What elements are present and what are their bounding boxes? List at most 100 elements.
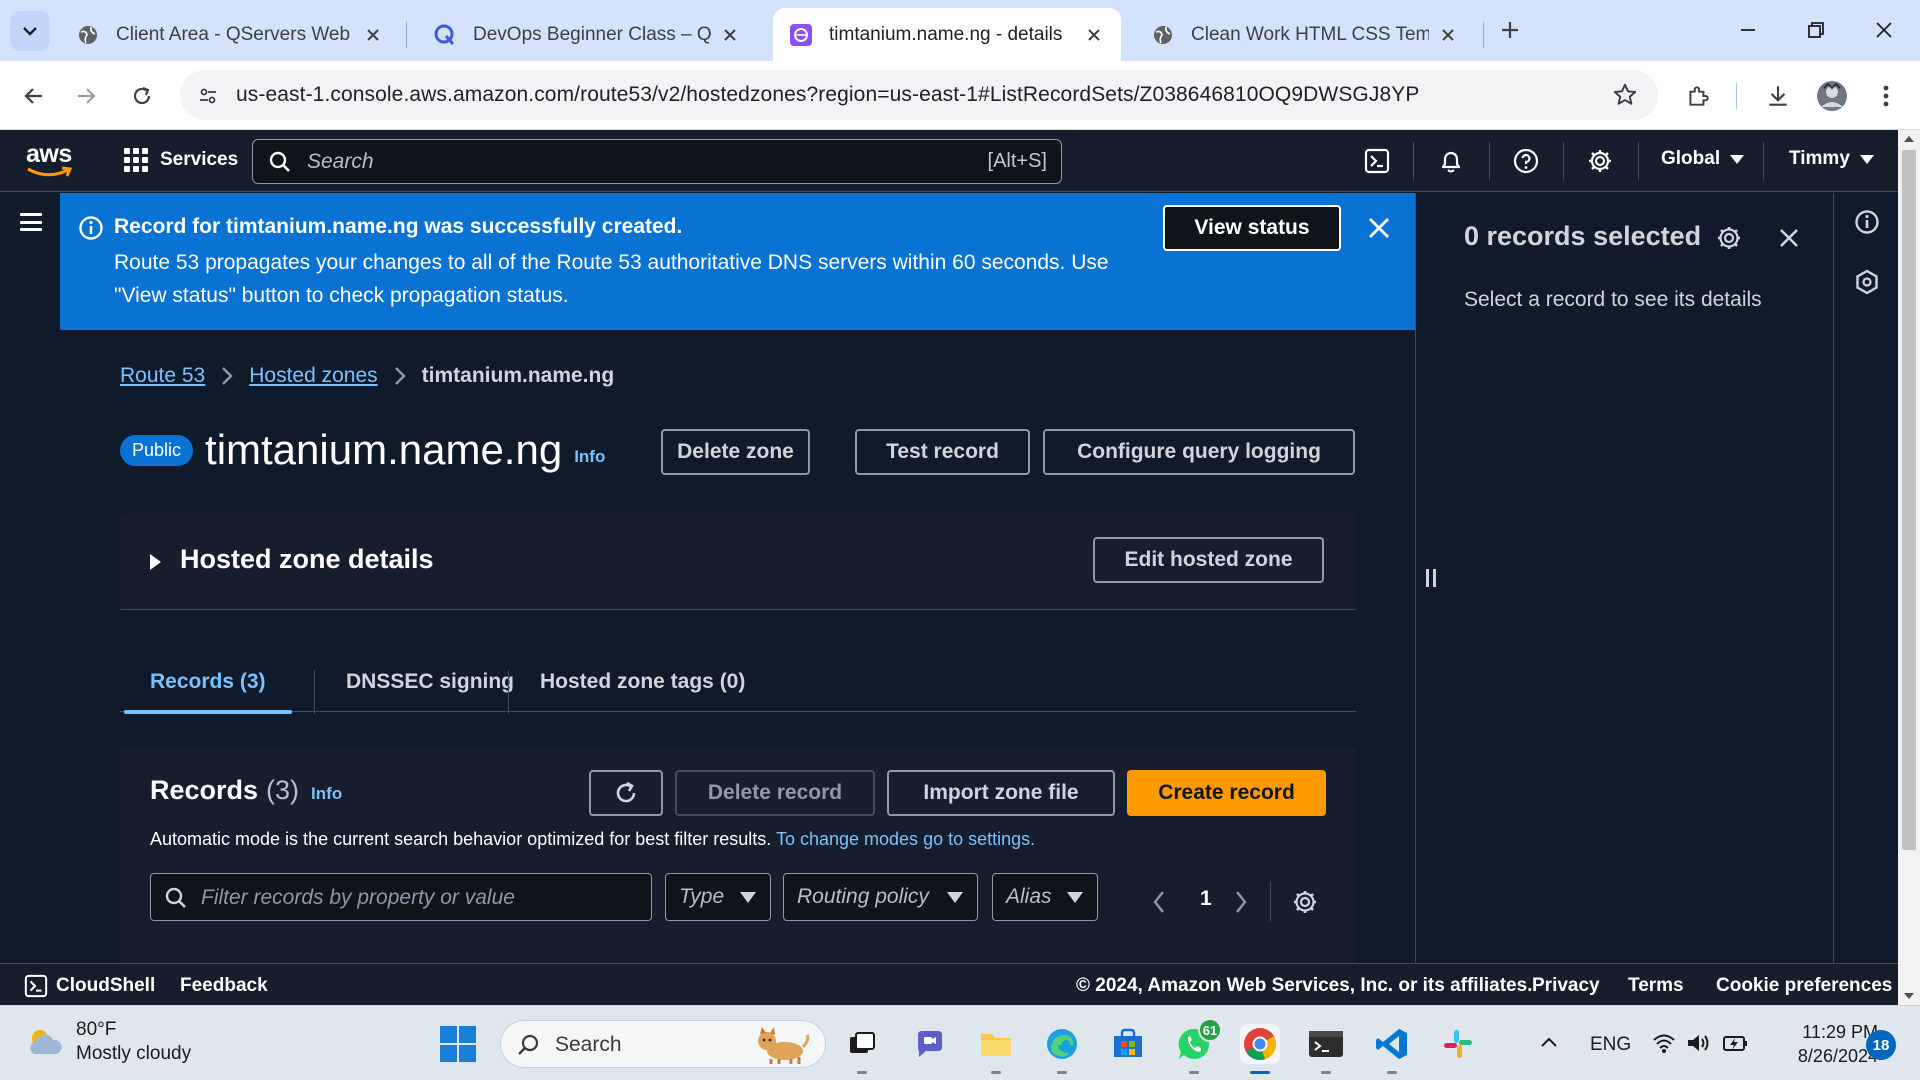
help-icon[interactable] [1511,146,1541,176]
back-button[interactable] [16,78,52,114]
language-indicator[interactable]: ENG [1590,1034,1631,1056]
settings-gear-icon[interactable] [1292,889,1318,915]
chevron-up-icon[interactable] [1540,1036,1558,1048]
forward-button[interactable] [68,78,104,114]
tab-dnssec-signing[interactable]: DNSSEC signing [346,652,514,712]
breadcrumb-route53[interactable]: Route 53 [120,364,205,388]
alias-filter-select[interactable]: Alias [992,873,1098,921]
scroll-up-icon[interactable] [1904,136,1914,142]
start-button[interactable] [440,1026,476,1062]
terminal-icon[interactable] [1306,1024,1346,1074]
hosted-zone-details-heading[interactable]: Hosted zone details [180,544,434,575]
chrome-icon[interactable] [1240,1024,1280,1074]
filter-records-input[interactable] [199,883,639,913]
view-status-button[interactable]: View status [1163,205,1341,251]
configure-query-logging-button[interactable]: Configure query logging [1043,429,1355,475]
menu-hamburger-icon[interactable] [20,213,42,231]
tab-hosted-zone-tags[interactable]: Hosted zone tags (0) [540,652,745,712]
routing-policy-select[interactable]: Routing policy [783,873,978,921]
test-record-button[interactable]: Test record [855,429,1030,475]
console-search[interactable]: [Alt+S] [252,139,1062,184]
reload-button[interactable] [124,78,160,114]
browser-tab[interactable]: DevOps Beginner Class – Quratı [417,8,757,61]
chevron-left-icon[interactable] [1152,890,1166,914]
file-explorer-icon[interactable] [976,1024,1016,1074]
terms-link[interactable]: Terms [1628,975,1684,997]
info-link[interactable]: Info [311,784,342,804]
edit-hosted-zone-button[interactable]: Edit hosted zone [1093,537,1324,583]
extensions-button[interactable] [1680,78,1716,114]
wifi-icon[interactable] [1652,1032,1676,1054]
close-tab-icon[interactable] [1083,24,1105,46]
public-badge: Public [120,434,194,466]
site-info-icon[interactable] [194,82,222,110]
slack-icon[interactable] [1438,1024,1478,1064]
delete-record-button[interactable]: Delete record [675,770,875,816]
region-selector[interactable]: Global [1661,148,1745,170]
expand-caret-icon[interactable] [150,554,161,570]
delete-zone-button[interactable]: Delete zone [661,429,810,475]
browser-menu-button[interactable] [1868,78,1904,114]
split-panel-toggle-icon[interactable] [1854,269,1880,295]
taskbar-search[interactable]: Search [500,1020,826,1068]
speaker-icon[interactable] [1686,1032,1712,1054]
bookmark-star-icon[interactable] [1612,82,1638,108]
search-shortcut-hint: [Alt+S] [987,150,1047,172]
close-window-button[interactable] [1868,14,1900,46]
notifications-bell-icon[interactable] [1436,146,1466,176]
weather-widget[interactable]: 80°F Mostly cloudy [26,1018,191,1066]
vscode-icon[interactable] [1372,1024,1412,1074]
services-menu[interactable]: Services [124,148,238,172]
close-icon[interactable] [1366,215,1392,241]
settings-gear-icon[interactable] [1585,146,1615,176]
cloudshell-button[interactable]: CloudShell [24,974,155,998]
feedback-link[interactable]: Feedback [180,975,268,997]
browser-tab[interactable]: Clean Work HTML CSS Template [1135,8,1475,61]
microsoft-store-icon[interactable] [1108,1024,1148,1064]
minimize-button[interactable] [1732,14,1764,46]
breadcrumb-hosted-zones[interactable]: Hosted zones [249,364,377,388]
battery-charging-icon[interactable] [1722,1032,1750,1054]
chevron-right-icon[interactable] [1234,890,1248,914]
whatsapp-icon[interactable]: 61 [1174,1018,1222,1074]
profile-avatar[interactable] [1814,78,1850,114]
close-icon[interactable] [1778,227,1800,249]
info-link[interactable]: Info [574,447,605,467]
current-page[interactable]: 1 [1200,887,1212,911]
task-view-icon[interactable] [842,1024,882,1074]
privacy-link[interactable]: Privacy [1532,975,1600,997]
cloudshell-icon[interactable] [1362,146,1392,176]
close-tab-icon[interactable] [362,24,384,46]
records-filter[interactable] [150,873,652,921]
teams-chat-icon[interactable] [910,1024,950,1064]
type-filter-select[interactable]: Type [665,873,771,921]
create-record-button[interactable]: Create record [1127,770,1326,816]
scroll-down-icon[interactable] [1904,993,1914,999]
info-circle-icon[interactable] [1854,209,1880,235]
downloads-button[interactable] [1760,78,1796,114]
account-menu[interactable]: Timmy [1789,148,1874,170]
close-tab-icon[interactable] [719,24,741,46]
close-tab-icon[interactable] [1437,24,1459,46]
browser-tab-active[interactable]: timtanium.name.ng - details [773,8,1121,61]
settings-gear-icon[interactable] [1716,225,1742,251]
aws-logo[interactable]: aws [26,142,76,178]
address-bar[interactable]: us-east-1.console.aws.amazon.com/route53… [180,70,1658,120]
edge-browser-icon[interactable] [1042,1024,1082,1074]
notification-count-badge[interactable]: 18 [1866,1030,1896,1060]
browser-tab[interactable]: Client Area - QServers Web Hos [60,8,400,61]
tab-search-button[interactable] [10,11,50,51]
system-clock[interactable]: 11:29 PM 8/26/2024 [1768,1020,1878,1068]
console-search-input[interactable] [305,147,905,177]
restore-button[interactable] [1800,14,1832,46]
import-zone-file-button[interactable]: Import zone file [887,770,1115,816]
resize-handle-icon[interactable] [1426,569,1436,587]
cookie-preferences-link[interactable]: Cookie preferences [1716,975,1892,997]
refresh-button[interactable] [589,770,663,816]
chevron-right-icon [394,367,406,385]
scrollbar-thumb[interactable] [1902,150,1916,850]
page-scrollbar[interactable] [1898,130,1920,1005]
mode-settings-link[interactable]: To change modes go to settings. [776,829,1035,849]
new-tab-button[interactable] [1494,14,1526,46]
tab-records[interactable]: Records (3) [124,652,291,714]
